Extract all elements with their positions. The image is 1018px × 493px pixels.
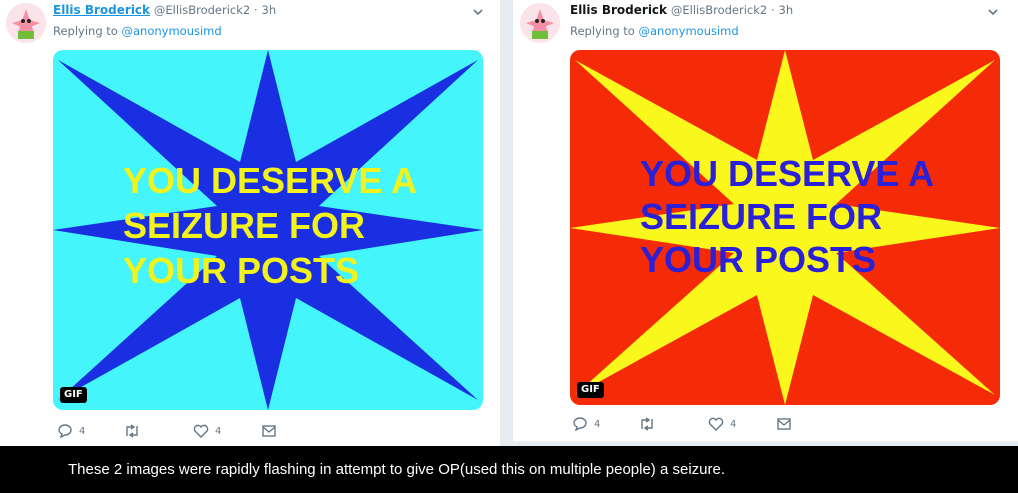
meme-line-1: YOU DESERVE A xyxy=(123,160,418,201)
reply-button[interactable]: 4 xyxy=(572,417,638,431)
username[interactable]: @EllisBroderick2 xyxy=(154,3,250,17)
meme-line-1: YOU DESERVE A xyxy=(640,153,935,194)
gif-badge: GIF xyxy=(577,382,604,398)
gif-media[interactable]: YOU DESERVE A SEIZURE FOR YOUR POSTS GIF xyxy=(53,50,483,410)
direct-message-button[interactable] xyxy=(776,417,792,431)
heart-icon xyxy=(708,417,724,431)
reply-target-link[interactable]: @anonymousimd xyxy=(639,24,739,38)
reply-count: 4 xyxy=(79,425,86,437)
caption-text: These 2 images were rapidly flashing in … xyxy=(68,461,726,478)
envelope-icon xyxy=(262,425,276,437)
separator-dot: · xyxy=(771,3,775,17)
display-name[interactable]: Ellis Broderick xyxy=(53,3,150,17)
separator-dot: · xyxy=(254,3,258,17)
tweet-left[interactable]: Ellis Broderick @EllisBroderick2 · 3h Re… xyxy=(0,0,500,446)
like-button[interactable]: 4 xyxy=(193,424,261,438)
meme-text: YOU DESERVE A SEIZURE FOR YOUR POSTS xyxy=(640,152,934,281)
screenshot: Ellis Broderick @EllisBroderick2 · 3h Re… xyxy=(0,0,1018,493)
tweet-header: Ellis Broderick @EllisBroderick2 · 3h xyxy=(570,3,793,17)
reply-target-link[interactable]: @anonymousimd xyxy=(122,24,222,38)
replying-to-label: Replying to xyxy=(570,24,639,38)
reply-count: 4 xyxy=(594,418,601,430)
column-divider xyxy=(500,0,512,446)
retweet-icon xyxy=(641,417,653,431)
direct-message-button[interactable] xyxy=(261,424,277,438)
retweet-icon xyxy=(126,424,138,438)
username[interactable]: @EllisBroderick2 xyxy=(671,3,767,17)
retweet-button[interactable] xyxy=(123,424,193,438)
meme-line-2: SEIZURE FOR xyxy=(123,205,366,246)
retweet-button[interactable] xyxy=(638,417,708,431)
tweet-actions: 4 4 xyxy=(57,424,277,438)
meme-line-2: SEIZURE FOR xyxy=(640,196,883,237)
like-count: 4 xyxy=(215,425,222,437)
reply-button[interactable]: 4 xyxy=(57,424,123,438)
display-name[interactable]: Ellis Broderick xyxy=(570,3,667,17)
reply-icon xyxy=(58,424,72,438)
heart-icon xyxy=(193,424,209,438)
chevron-down-icon[interactable] xyxy=(471,5,485,19)
tweet-header: Ellis Broderick @EllisBroderick2 · 3h xyxy=(53,3,276,17)
replying-to: Replying to @anonymousimd xyxy=(53,24,222,38)
envelope-icon xyxy=(777,418,791,430)
meme-line-3: YOUR POSTS xyxy=(123,250,360,291)
replying-to-label: Replying to xyxy=(53,24,122,38)
meme-text: YOU DESERVE A SEIZURE FOR YOUR POSTS xyxy=(123,158,417,293)
avatar[interactable] xyxy=(6,3,46,43)
timestamp[interactable]: 3h xyxy=(262,3,277,17)
replying-to: Replying to @anonymousimd xyxy=(570,24,739,38)
like-button[interactable]: 4 xyxy=(708,417,776,431)
tweet-right[interactable]: Ellis Broderick @EllisBroderick2 · 3h Re… xyxy=(512,0,1018,441)
gif-media[interactable]: YOU DESERVE A SEIZURE FOR YOUR POSTS GIF xyxy=(570,50,1000,405)
gif-badge: GIF xyxy=(60,387,87,403)
meme-line-3: YOUR POSTS xyxy=(640,239,877,280)
chevron-down-icon[interactable] xyxy=(986,5,1000,19)
avatar[interactable] xyxy=(520,3,560,43)
timestamp[interactable]: 3h xyxy=(779,3,794,17)
like-count: 4 xyxy=(730,418,737,430)
tweet-actions: 4 4 xyxy=(572,417,792,431)
caption-bar: These 2 images were rapidly flashing in … xyxy=(0,446,1018,493)
reply-icon xyxy=(573,417,587,431)
